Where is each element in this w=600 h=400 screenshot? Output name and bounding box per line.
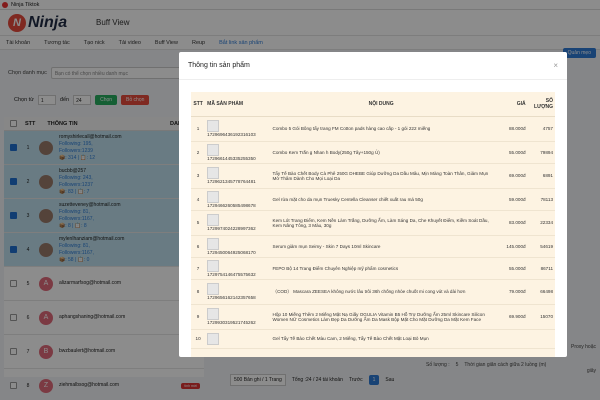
product-row: 9 1729930319521745262 Hộp 10 Miếng Thêm … <box>191 304 555 330</box>
product-code-text: 1729661445335255350 <box>207 155 256 161</box>
product-code-text: 1729656162142357658 <box>207 295 256 300</box>
product-quantity: 79894 <box>527 141 555 164</box>
product-code: 1729621345778764481 <box>205 163 271 189</box>
product-thumbnail <box>207 190 220 203</box>
product-quantity: 22334 <box>527 210 555 236</box>
product-code-text: 1729696436192316103 <box>207 132 256 137</box>
product-code: 1729930319521745262 <box>205 304 271 330</box>
product-price: 69.900đ <box>491 304 528 330</box>
product-content: （COD） Mascara ZEESEA không nước lâu trôi… <box>270 279 492 305</box>
product-quantity <box>527 329 555 349</box>
product-content: Hộp 10 Miếng Thêm 2 Miếng Mặt Nạ Giấy OG… <box>270 304 492 330</box>
product-quantity: 15070 <box>527 304 555 330</box>
close-icon[interactable]: × <box>553 61 558 70</box>
product-stt: 2 <box>191 141 206 164</box>
product-row: 4 1729466260585498678 Gel rửa mặt cho da… <box>191 188 555 211</box>
product-stt: 7 <box>191 257 206 280</box>
product-thumbnail <box>207 214 220 226</box>
product-code-text: 1729621345778764481 <box>207 179 256 184</box>
product-content: Combo Kem Trắn g Nhan h Body(250g Tây+15… <box>270 141 492 164</box>
product-row: 1 1729696436192316103 Combo 5 Gói Bông t… <box>191 116 555 142</box>
col-product-code: MÃ SẢN PHẨM <box>205 92 271 117</box>
product-row: 10 Gel Tẩy Tế Bào Chết Màu Cam, 2 Miếng,… <box>191 329 555 349</box>
product-content: Kem Lót Trang Điểm, Kem Nền Làm Trắng, D… <box>270 210 492 236</box>
product-row: 6 1729450064925068170 Serum giảm mụn Sei… <box>191 235 555 258</box>
modal-title: Thông tin sản phẩm <box>188 62 250 69</box>
product-content: Combo 5 Gói Bông tẩy trang FM Cotton pad… <box>270 116 492 142</box>
product-content: Gel rửa mặt cho da mụn Truesky Centella … <box>270 188 492 211</box>
col-stt: STT <box>191 92 206 117</box>
product-stt: 9 <box>191 304 206 330</box>
product-quantity: 78113 <box>527 188 555 211</box>
product-code-text: 1729930319521745262 <box>207 320 256 325</box>
product-thumbnail <box>207 283 220 295</box>
product-stt: 10 <box>191 329 206 349</box>
product-price: 83.000đ <box>491 210 528 236</box>
product-stt: 1 <box>191 116 206 142</box>
product-code-text: 1729974024228997362 <box>207 226 256 231</box>
product-table-header: STT MÃ SẢN PHẨM NỘI DUNG GIÁ SỐ LƯỢNG <box>191 92 555 117</box>
product-quantity: 54619 <box>527 235 555 258</box>
col-quantity: SỐ LƯỢNG <box>527 92 555 117</box>
product-code: 1729661445335255350 <box>205 141 271 164</box>
product-code: 1729974024228997362 <box>205 210 271 236</box>
product-thumbnail <box>207 143 220 156</box>
product-content: Serum giảm mụn Seimy - Skin 7 Days 10ml … <box>270 235 492 258</box>
product-code: 1729696436192316103 <box>205 116 271 142</box>
app-window: Ninja Tiktok N Ninja Buff View Tài khoản… <box>0 0 600 400</box>
product-thumbnail <box>207 237 220 250</box>
product-code-text: 1729754146475575632 <box>207 271 256 277</box>
product-row: 7 1729754146475575632 FEPO Bộ 14 Trang Đ… <box>191 257 555 280</box>
product-quantity: 4757 <box>527 116 555 142</box>
product-price: 79.000đ <box>491 279 528 305</box>
product-quantity: 86711 <box>527 257 555 280</box>
product-quantity: 66498 <box>527 279 555 305</box>
product-row: 5 1729974024228997362 Kem Lót Trang Điểm… <box>191 210 555 236</box>
product-stt: 3 <box>191 163 206 189</box>
product-code <box>205 329 271 349</box>
product-content: Gel Tẩy Tế Bào Chết Màu Cam, 2 Miếng, Tẩ… <box>270 329 492 349</box>
product-thumbnail <box>207 120 220 132</box>
product-price: 55.000đ <box>491 257 528 280</box>
product-price: 55.000đ <box>491 141 528 164</box>
product-price: 69.000đ <box>491 163 528 189</box>
product-code-text: 1729466260585498678 <box>207 202 256 208</box>
product-row: 3 1729621345778764481 Tẩy Tế Bào Chết Bo… <box>191 163 555 189</box>
product-code: 1729466260585498678 <box>205 188 271 211</box>
col-price: GIÁ <box>491 92 528 117</box>
product-content: FEPO Bộ 14 Trang Điểm Chuyên Nghiệp mỹ p… <box>270 257 492 280</box>
product-row: 2 1729661445335255350 Combo Kem Trắn g N… <box>191 141 555 164</box>
product-quantity: 6891 <box>527 163 555 189</box>
product-code: 1729450064925068170 <box>205 235 271 258</box>
product-thumbnail <box>207 332 220 345</box>
product-info-modal: Thông tin sản phẩm × STT MÃ SẢN PHẨM NỘI… <box>179 52 567 357</box>
modal-header: Thông tin sản phẩm × <box>179 52 567 80</box>
product-content: Tẩy Tế Bào Chết Body Cà Phê 250G DHEBE G… <box>270 163 492 189</box>
product-price <box>491 329 528 349</box>
product-price: 59.000đ <box>491 188 528 211</box>
product-code: 1729656162142357658 <box>205 279 271 305</box>
product-table: STT MÃ SẢN PHẨM NỘI DUNG GIÁ SỐ LƯỢNG 1 … <box>191 92 555 357</box>
product-code: 1729754146475575632 <box>205 257 271 280</box>
product-stt: 8 <box>191 279 206 305</box>
product-price: 88.000đ <box>491 116 528 142</box>
product-row: 8 1729656162142357658 （COD） Mascara ZEES… <box>191 279 555 305</box>
product-stt: 6 <box>191 235 206 258</box>
col-content: NỘI DUNG <box>270 92 492 117</box>
product-thumbnail <box>207 167 220 179</box>
product-price: 145.000đ <box>491 235 528 258</box>
product-stt: 5 <box>191 210 206 236</box>
product-table-body: 1 1729696436192316103 Combo 5 Gói Bông t… <box>191 116 555 349</box>
product-thumbnail <box>207 259 220 272</box>
product-thumbnail <box>207 308 220 320</box>
product-code-text: 1729450064925068170 <box>207 249 256 255</box>
product-stt: 4 <box>191 188 206 211</box>
